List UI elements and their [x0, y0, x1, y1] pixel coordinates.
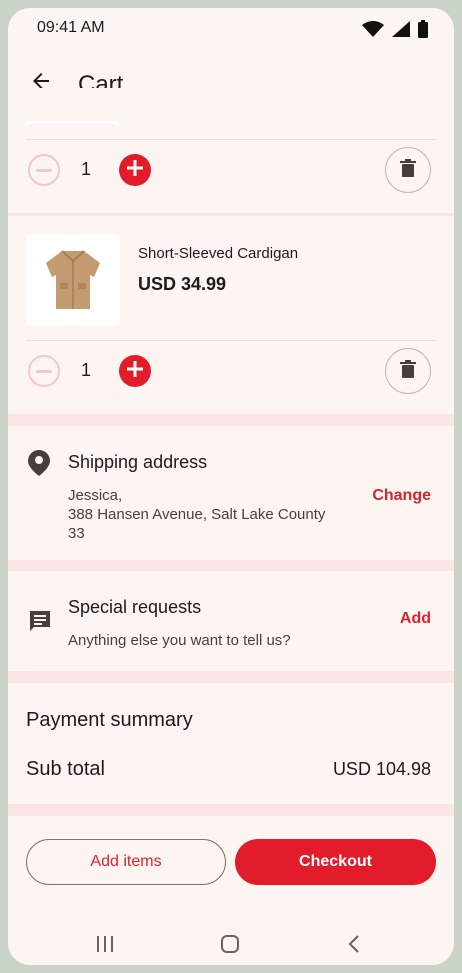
trash-icon: [400, 359, 416, 383]
product-price: USD 34.99: [138, 274, 227, 294]
subtotal-label: Sub total: [26, 758, 105, 780]
checkout-button[interactable]: Checkout: [235, 839, 436, 885]
requests-subtitle[interactable]: Anything else you want to tell us?: [68, 631, 291, 650]
decrease-quantity-button[interactable]: [28, 355, 60, 387]
decrease-quantity-button[interactable]: [28, 154, 60, 186]
battery-icon: [418, 20, 428, 43]
delete-item-button[interactable]: [385, 348, 431, 394]
quantity-stepper: 1: [8, 341, 454, 401]
add-items-button[interactable]: Add items: [26, 839, 226, 885]
quantity-value: 1: [81, 360, 92, 380]
payment-summary-card: Payment summary Sub total USD 104.98: [8, 683, 454, 804]
home-nav-icon[interactable]: [215, 932, 245, 956]
status-time: 09:41 AM: [37, 19, 105, 36]
shipping-line1: 388 Hansen Avenue, Salt Lake County: [68, 506, 326, 523]
shipping-name: Jessica,: [68, 487, 123, 504]
cart-item: Short-Sleeved Cardigan USD 34.99 1: [8, 216, 454, 414]
wifi-icon: [362, 21, 384, 42]
delete-item-button[interactable]: [385, 147, 431, 193]
increase-quantity-button[interactable]: [119, 355, 151, 387]
shipping-address-card: Shipping address Jessica, 388 Hansen Ave…: [8, 426, 454, 560]
quantity-value: 1: [81, 159, 92, 179]
status-bar: 09:41 AM: [8, 8, 454, 48]
location-pin-icon: [28, 450, 50, 481]
minus-icon: [36, 168, 52, 172]
product-image: [26, 234, 120, 326]
system-nav-bar: [8, 924, 454, 964]
signal-icon: [392, 21, 410, 42]
add-request-link[interactable]: Add: [400, 610, 431, 628]
shipping-title: Shipping address: [68, 452, 208, 472]
item-thumbnail-edge: [26, 121, 118, 124]
payment-title: Payment summary: [26, 709, 193, 731]
special-requests-card: Special requests Anything else you want …: [8, 571, 454, 671]
plus-icon: [126, 360, 144, 383]
product-name: Short-Sleeved Cardigan: [138, 245, 299, 262]
trash-icon: [400, 158, 416, 182]
status-icons: [362, 20, 428, 43]
shipping-line2: 33: [68, 525, 85, 542]
bottom-bar: Add items Checkout: [8, 816, 454, 965]
phone-screen: 09:41 AM Cart 1 Short-Sleeved Cardigan U…: [8, 8, 454, 965]
chat-icon: [28, 609, 52, 638]
plus-icon: [126, 159, 144, 182]
minus-icon: [36, 369, 52, 373]
recents-nav-icon[interactable]: [90, 932, 120, 956]
requests-title: Special requests: [68, 597, 202, 617]
increase-quantity-button[interactable]: [119, 154, 151, 186]
change-address-link[interactable]: Change: [372, 487, 431, 505]
subtotal-value: USD 104.98: [332, 759, 431, 779]
back-nav-icon[interactable]: [340, 932, 370, 956]
quantity-stepper: 1: [8, 140, 454, 200]
cart-item: 1: [8, 88, 454, 213]
